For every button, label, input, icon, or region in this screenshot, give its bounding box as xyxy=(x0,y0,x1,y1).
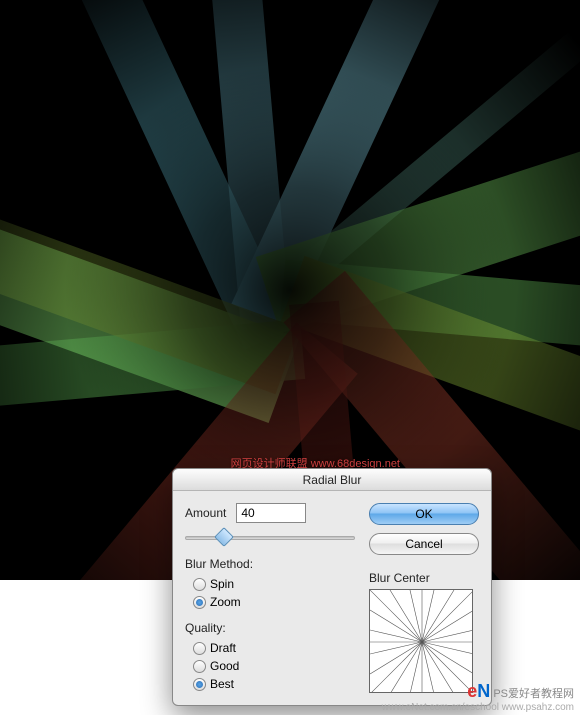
blur-method-label: Blur Method: xyxy=(185,557,355,571)
radio-icon xyxy=(193,642,206,655)
watermark-bottom: eN PS爱好者教程网 www.eNet.com.cn/eschool www.… xyxy=(382,681,574,713)
dialog-title: Radial Blur xyxy=(173,469,491,491)
watermark-text: PS爱好者教程网 xyxy=(493,688,574,700)
cancel-button[interactable]: Cancel xyxy=(369,533,479,555)
radio-label: Spin xyxy=(210,577,234,591)
radio-label: Best xyxy=(210,677,234,691)
radio-label: Draft xyxy=(210,641,236,655)
slider-track xyxy=(185,536,355,540)
watermark-url: www.eNet.com.cn/eschool www.psahz.com xyxy=(382,702,574,713)
logo-part-e: e xyxy=(467,681,477,701)
amount-input[interactable] xyxy=(236,503,306,523)
radio-icon xyxy=(193,596,206,609)
radio-icon xyxy=(193,578,206,591)
slider-thumb[interactable] xyxy=(214,527,234,547)
radial-blur-dialog: Radial Blur Amount Blur Method: Spin Zoo… xyxy=(172,468,492,706)
blur-center-preview[interactable] xyxy=(369,589,473,693)
radio-draft[interactable]: Draft xyxy=(185,639,355,657)
radio-icon xyxy=(193,678,206,691)
radio-spin[interactable]: Spin xyxy=(185,575,355,593)
logo-part-n: N xyxy=(477,681,490,701)
amount-label: Amount xyxy=(185,506,226,520)
radio-icon xyxy=(193,660,206,673)
zoom-lines-icon xyxy=(370,590,473,693)
radio-good[interactable]: Good xyxy=(185,657,355,675)
radio-best[interactable]: Best xyxy=(185,675,355,693)
amount-slider[interactable] xyxy=(185,529,355,547)
blur-center-label: Blur Center xyxy=(369,571,479,585)
radio-label: Good xyxy=(210,659,239,673)
ok-button[interactable]: OK xyxy=(369,503,479,525)
quality-label: Quality: xyxy=(185,621,355,635)
radio-zoom[interactable]: Zoom xyxy=(185,593,355,611)
radio-label: Zoom xyxy=(210,595,241,609)
